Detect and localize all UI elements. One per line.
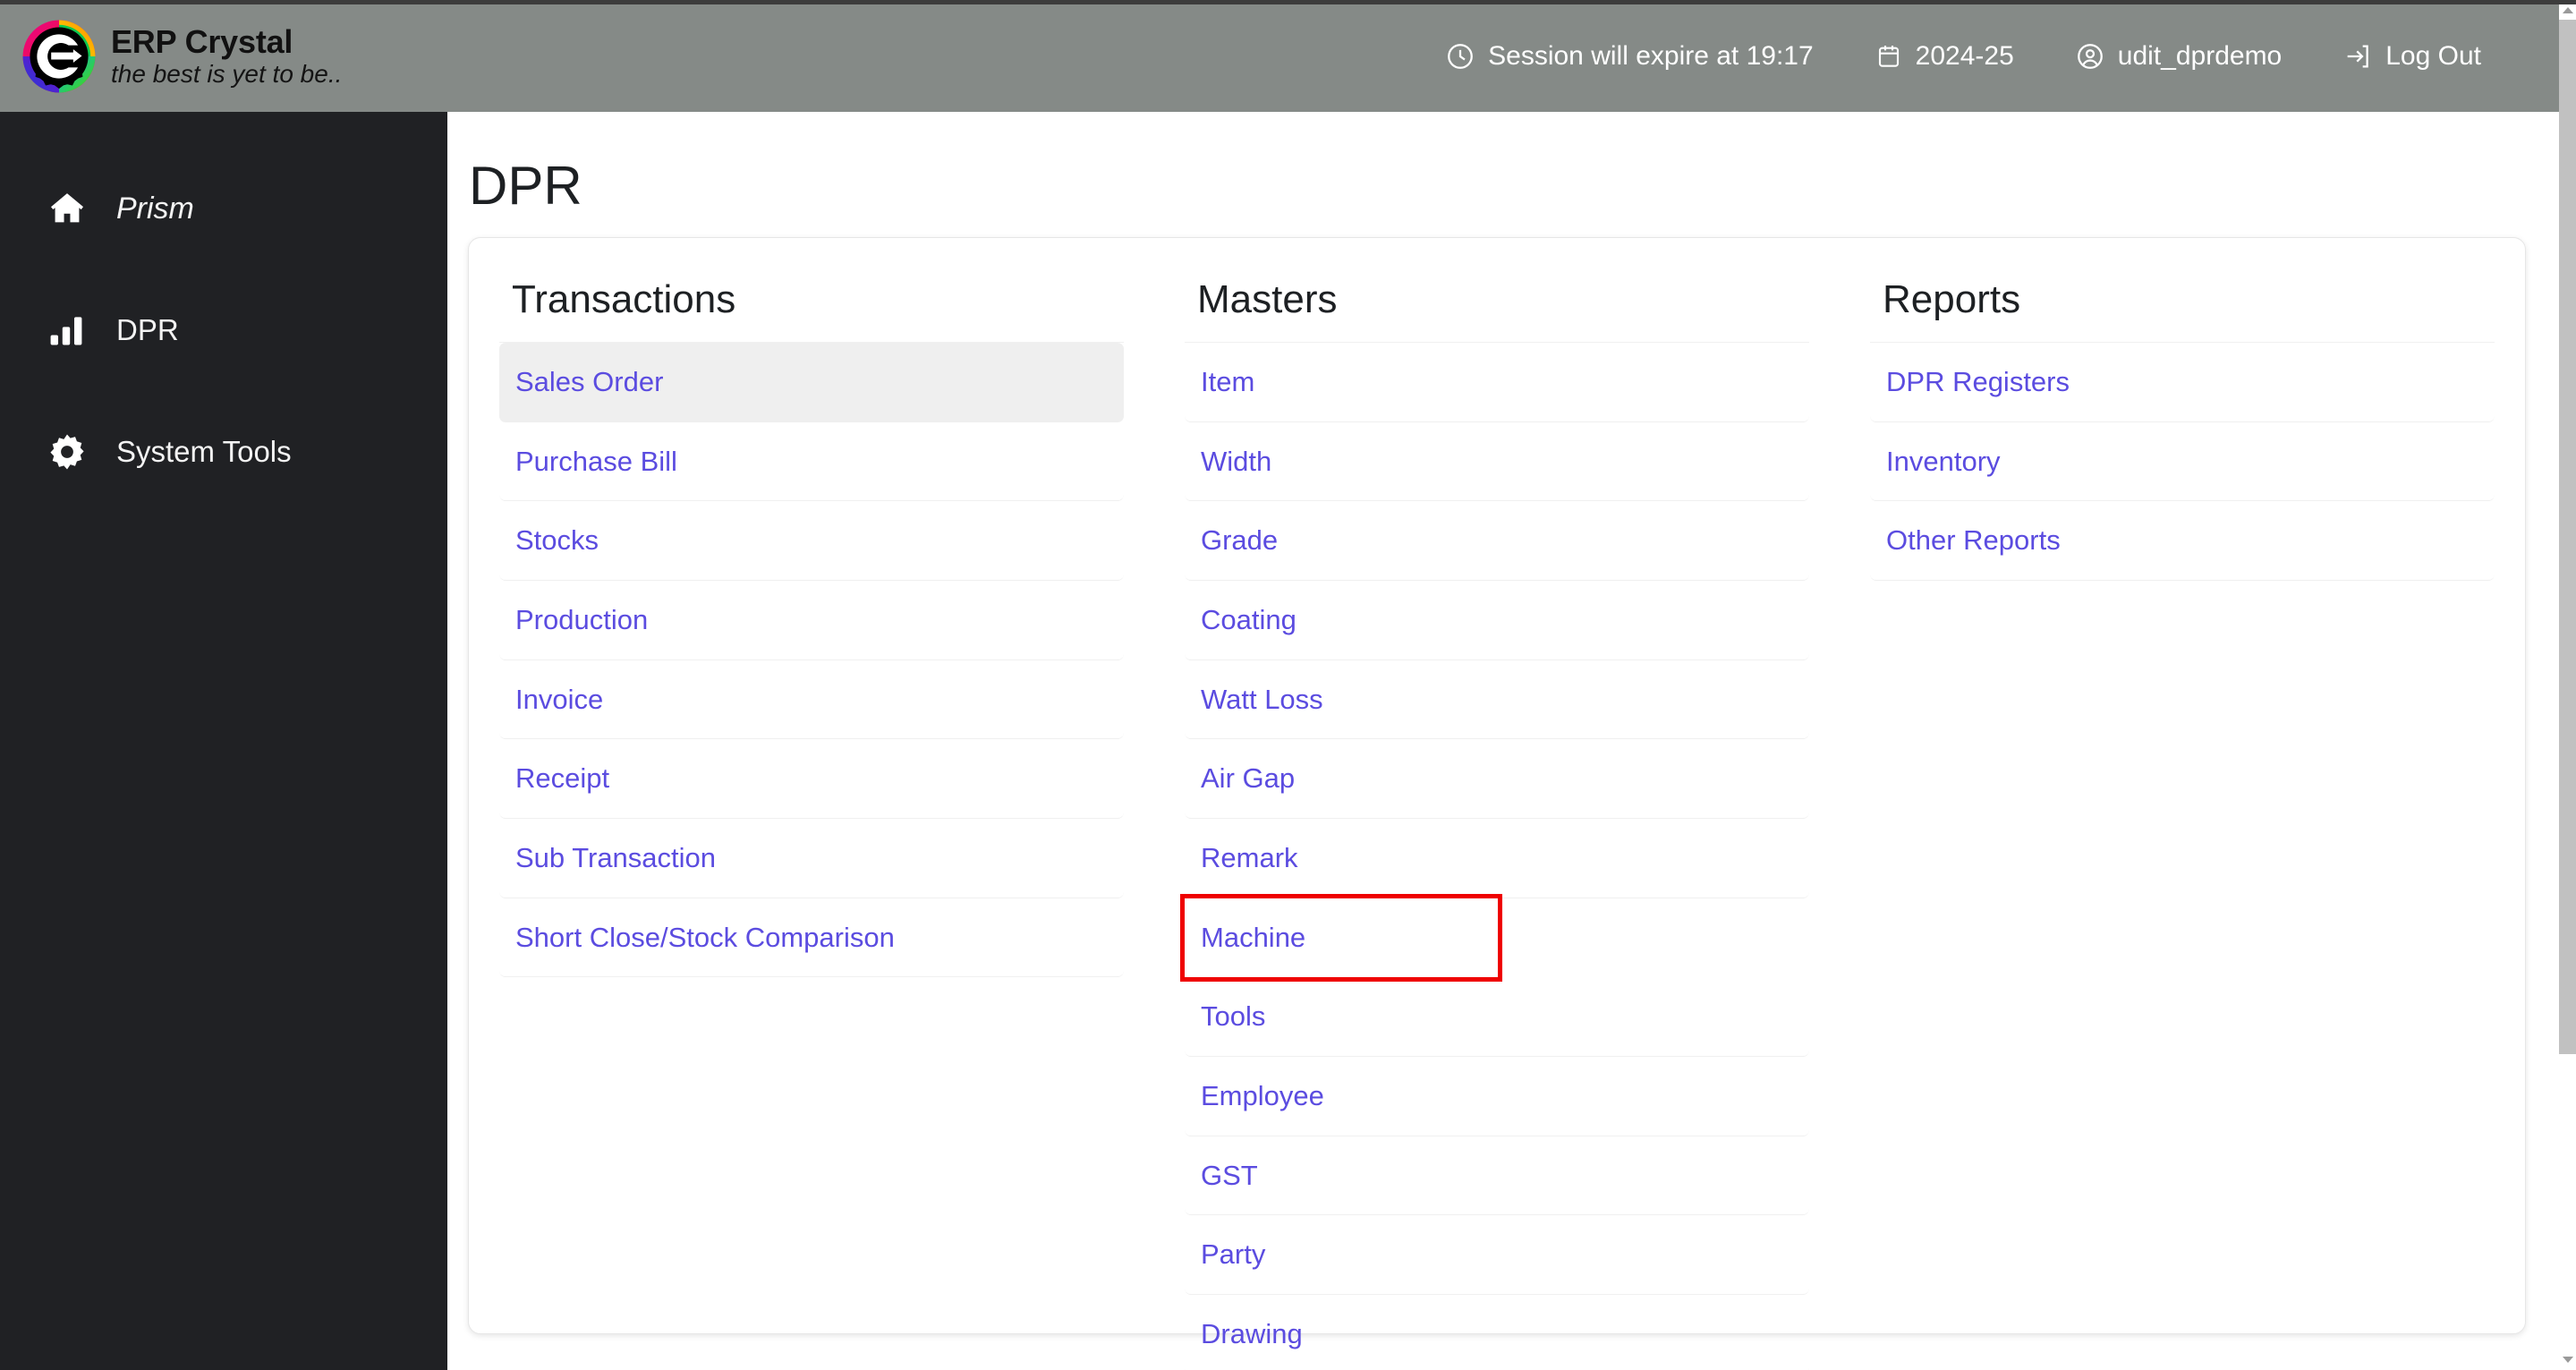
sidebar-nav: Prism DPR System Tools	[0, 112, 447, 1370]
column-title-transactions: Transactions	[512, 277, 736, 321]
menu-link-receipt[interactable]: Receipt	[499, 739, 1124, 820]
home-icon	[47, 188, 89, 229]
column-masters: Masters Item Width Grade Coating Watt Lo…	[1154, 238, 1840, 1349]
menu-link-inventory[interactable]: Inventory	[1870, 422, 2495, 502]
menu-link-machine[interactable]: Machine	[1180, 893, 1502, 983]
sidebar-item-label: DPR	[116, 313, 179, 346]
menu-link-employee[interactable]: Employee	[1185, 1057, 1809, 1136]
menu-link-short-close-stock-comparison[interactable]: Short Close/Stock Comparison	[499, 898, 1124, 978]
sidebar-item-label: System Tools	[116, 435, 292, 468]
menu-link-grade[interactable]: Grade	[1185, 501, 1809, 582]
menu-link-watt-loss[interactable]: Watt Loss	[1185, 660, 1809, 740]
masters-list: Item Width Grade Coating Watt Loss Air G…	[1180, 342, 1809, 1370]
menu-link-width[interactable]: Width	[1185, 422, 1809, 502]
fiscal-year-selector[interactable]: 2024-25	[1844, 41, 2045, 72]
session-expiry-indicator[interactable]: Session will expire at 19:17	[1415, 41, 1844, 72]
menu-link-invoice[interactable]: Invoice	[499, 660, 1124, 740]
menu-link-party[interactable]: Party	[1185, 1215, 1809, 1296]
top-header-bar: ERP Crystal the best is yet to be.. Sess…	[0, 0, 2576, 112]
fiscal-year-label: 2024-25	[1915, 40, 2014, 71]
page-scrollbar[interactable]	[2559, 0, 2576, 1370]
brand-title: ERP Crystal	[111, 22, 293, 60]
column-title-masters: Masters	[1197, 277, 1338, 321]
menu-link-item[interactable]: Item	[1185, 343, 1809, 422]
brand-block[interactable]: ERP Crystal the best is yet to be..	[0, 0, 447, 112]
brand-tagline: the best is yet to be..	[111, 59, 343, 88]
session-expiry-label: Session will expire at 19:17	[1488, 40, 1814, 71]
reports-list: DPR Registers Inventory Other Reports	[1870, 342, 2495, 582]
menu-link-purchase-bill[interactable]: Purchase Bill	[499, 422, 1124, 502]
menu-link-coating[interactable]: Coating	[1185, 581, 1809, 660]
calendar-icon	[1875, 42, 1903, 71]
column-title-reports: Reports	[1883, 277, 2021, 321]
menu-link-stocks[interactable]: Stocks	[499, 501, 1124, 582]
menu-link-sub-transaction[interactable]: Sub Transaction	[499, 819, 1124, 898]
sidebar-item-dpr[interactable]: DPR	[0, 269, 447, 391]
logout-icon	[2342, 41, 2373, 72]
bar-chart-icon	[47, 311, 89, 350]
menu-link-dpr-registers[interactable]: DPR Registers	[1870, 343, 2495, 422]
scroll-down-arrow-icon[interactable]	[2563, 1357, 2573, 1363]
menu-link-remark[interactable]: Remark	[1185, 819, 1809, 898]
gear-icon	[47, 431, 89, 472]
sidebar-item-label: Prism	[116, 191, 194, 225]
menu-link-production[interactable]: Production	[499, 581, 1124, 660]
column-reports: Reports DPR Registers Inventory Other Re…	[1840, 238, 2525, 1333]
logout-label: Log Out	[2385, 40, 2481, 71]
dpr-menu-card: Transactions Sales Order Purchase Bill S…	[468, 237, 2526, 1349]
main-content: DPR Transactions Sales Order Purchase Bi…	[447, 112, 2559, 1370]
sidebar-item-system-tools[interactable]: System Tools	[0, 391, 447, 513]
transactions-list: Sales Order Purchase Bill Stocks Product…	[499, 342, 1124, 978]
sidebar-item-prism[interactable]: Prism	[0, 148, 447, 269]
menu-link-other-reports[interactable]: Other Reports	[1870, 501, 2495, 582]
scroll-up-arrow-icon[interactable]	[2563, 7, 2573, 13]
user-account-item[interactable]: udit_dprdemo	[2045, 41, 2312, 72]
menu-link-gst[interactable]: GST	[1185, 1136, 1809, 1216]
scrollbar-thumb[interactable]	[2559, 20, 2576, 1054]
menu-link-drawing[interactable]: Drawing	[1185, 1295, 1809, 1370]
page-title: DPR	[469, 156, 582, 216]
window-top-edge	[0, 0, 2576, 4]
column-transactions: Transactions Sales Order Purchase Bill S…	[469, 238, 1154, 1333]
username-label: udit_dprdemo	[2117, 40, 2283, 71]
logout-button[interactable]: Log Out	[2312, 41, 2512, 72]
menu-link-tools[interactable]: Tools	[1185, 977, 1809, 1058]
clock-icon	[1445, 41, 1475, 72]
top-nav: Session will expire at 19:17 2024-25 udi…	[447, 41, 2576, 72]
menu-link-air-gap[interactable]: Air Gap	[1185, 739, 1809, 820]
erp-crystal-logo-icon	[20, 17, 98, 96]
user-icon	[2075, 41, 2105, 72]
menu-link-sales-order[interactable]: Sales Order	[499, 343, 1124, 422]
